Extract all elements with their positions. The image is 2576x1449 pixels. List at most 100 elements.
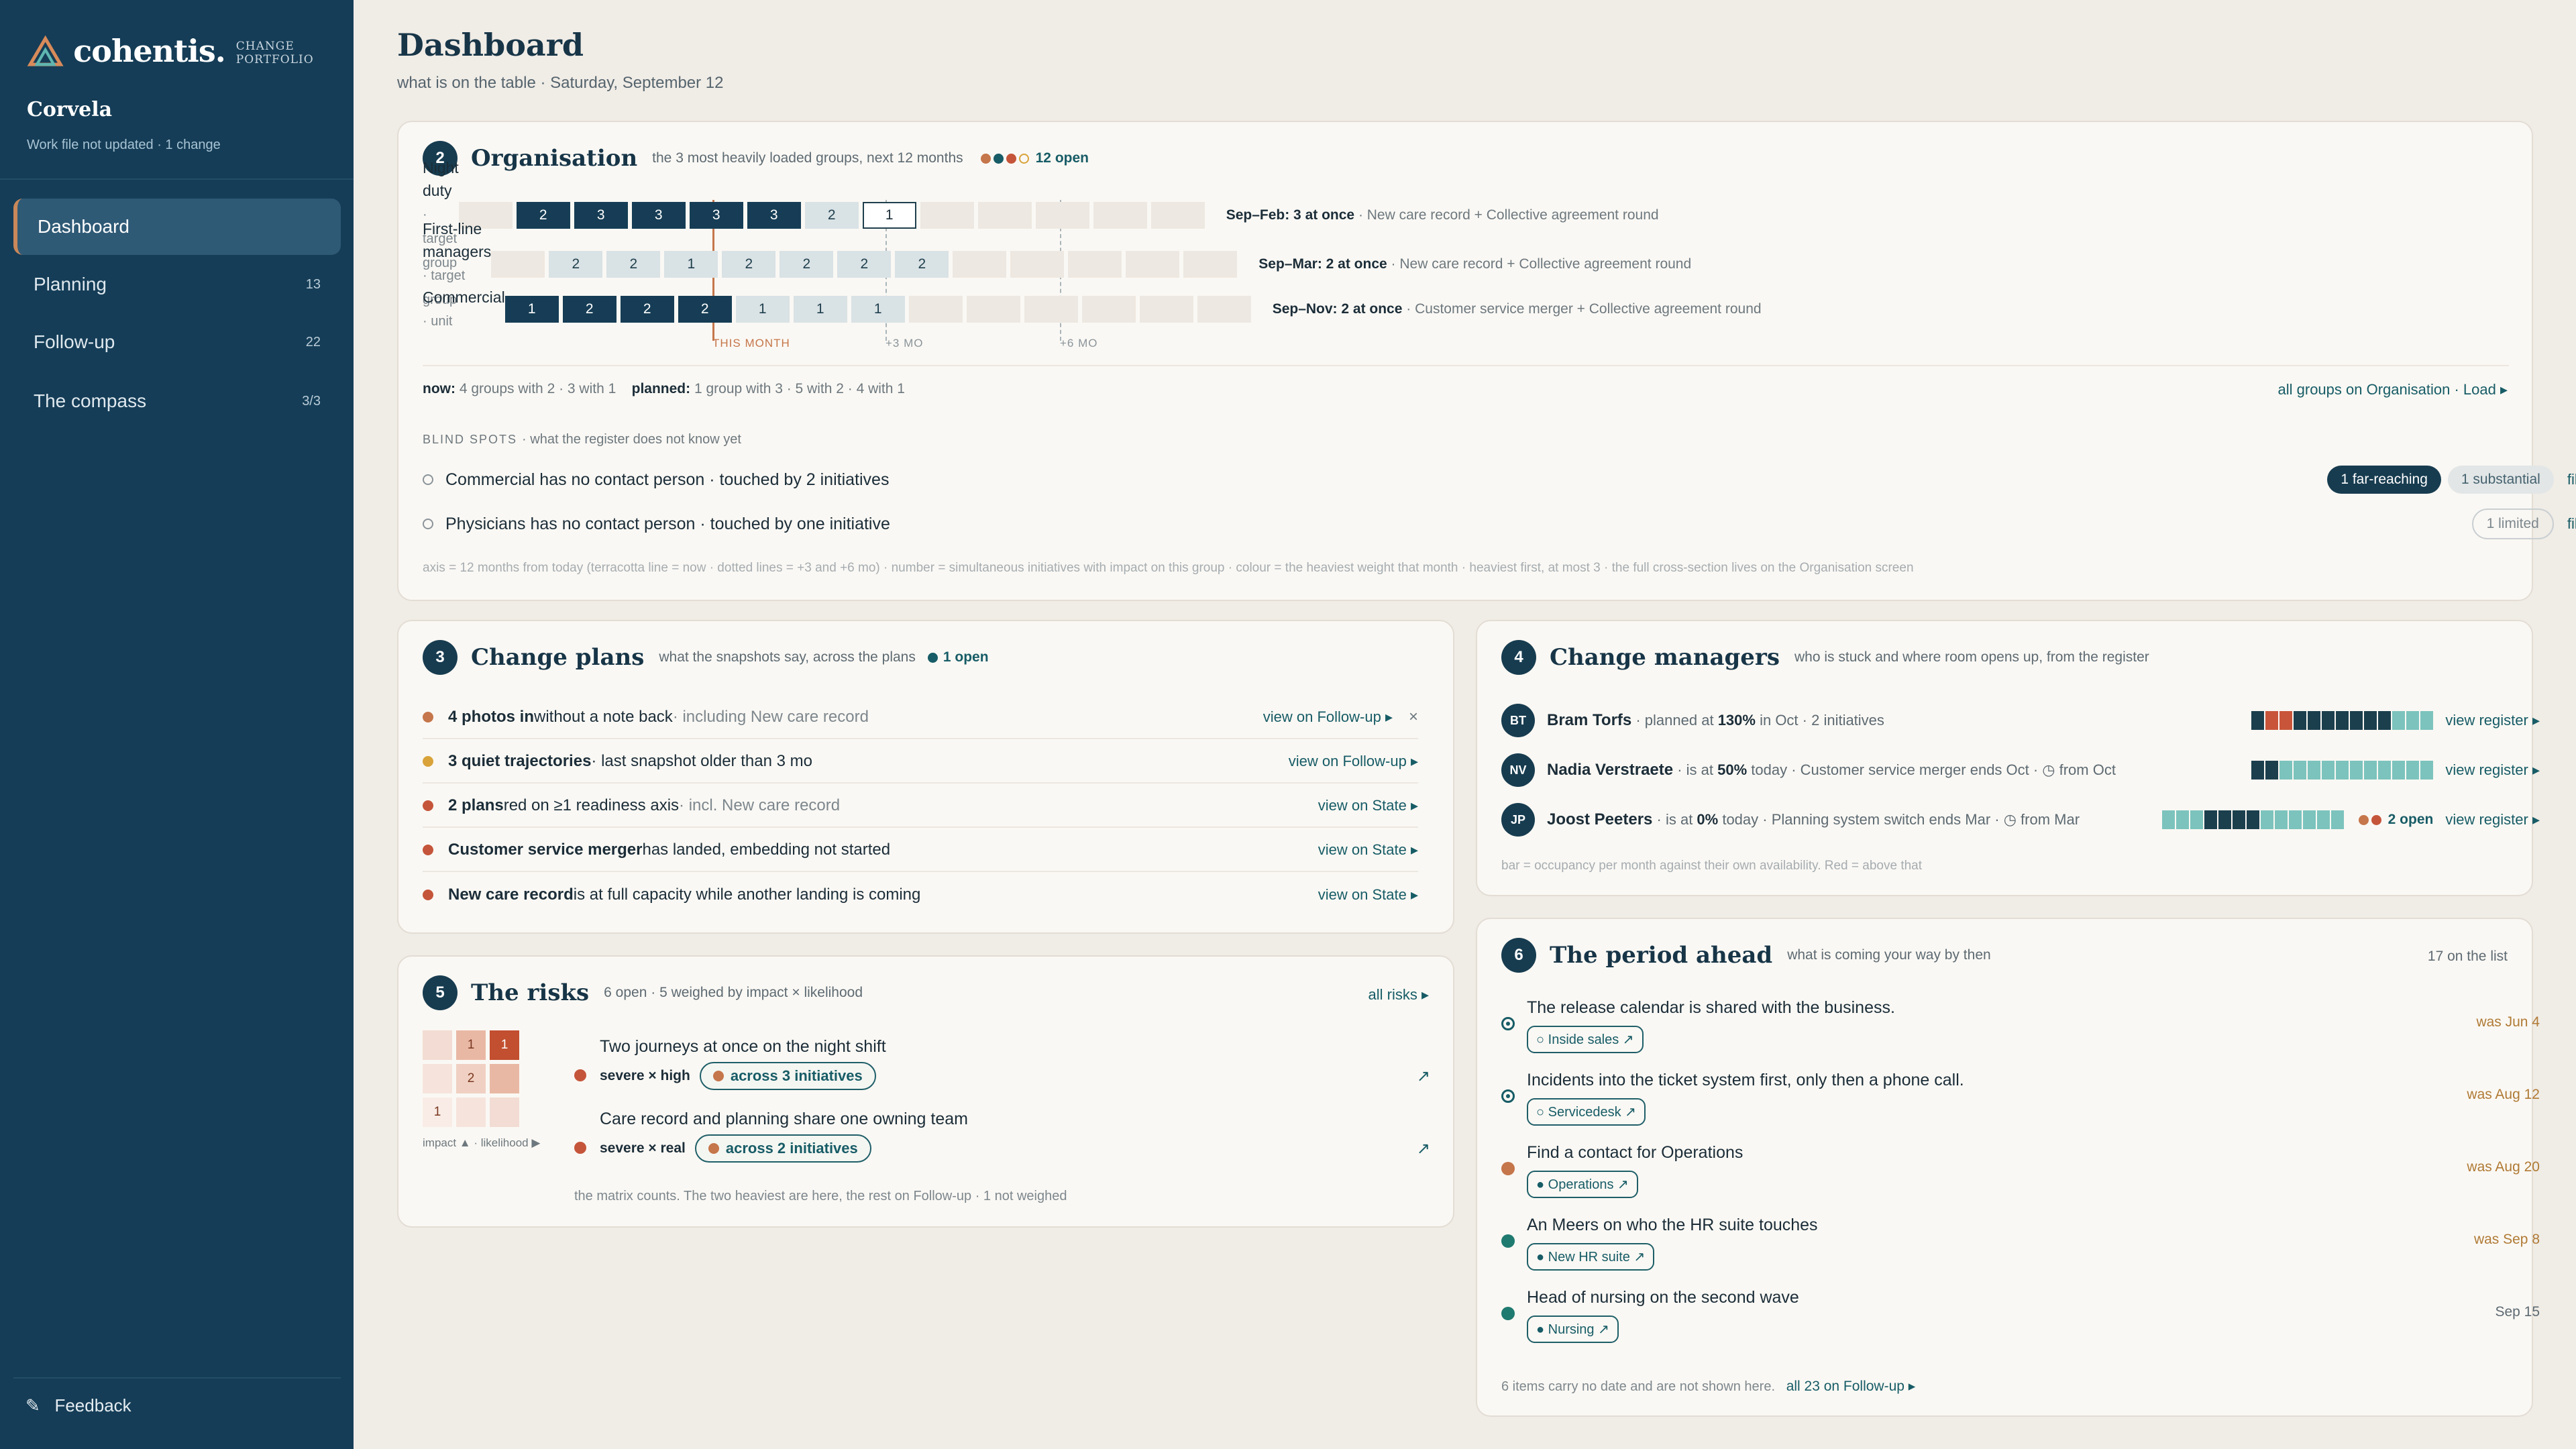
load-cell[interactable]: 2 <box>606 251 661 278</box>
matrix-cell[interactable]: 1 <box>423 1097 452 1127</box>
load-cell[interactable] <box>1024 296 1078 323</box>
load-cell[interactable] <box>1139 296 1193 323</box>
load-cell[interactable]: 3 <box>631 202 686 229</box>
matrix-cell[interactable] <box>423 1064 452 1093</box>
load-cell[interactable]: 2 <box>722 251 776 278</box>
period-item[interactable]: An Meers on who the HR suite touches ● N… <box>1501 1216 2540 1271</box>
load-cell[interactable] <box>908 296 963 323</box>
load-cell[interactable]: 2 <box>516 202 570 229</box>
view-link[interactable]: view on State ▸ <box>1318 841 1418 859</box>
work-file-status[interactable]: Work file not updated · 1 change <box>27 138 221 153</box>
feedback-button[interactable]: ✎ Feedback <box>25 1395 131 1416</box>
load-cell[interactable] <box>1035 202 1089 229</box>
load-cell[interactable] <box>1081 296 1136 323</box>
nav-item-planning[interactable]: Planning 13 <box>13 256 341 313</box>
group-row[interactable]: Night duty · target group 2333321 Sep–Fe… <box>423 159 1659 270</box>
load-cell[interactable]: 2 <box>780 251 834 278</box>
view-register-link[interactable]: view register ▸ <box>2445 712 2540 729</box>
list-item[interactable]: 3 quiet trajectories · last snapshot old… <box>423 741 1418 784</box>
group-row[interactable]: Commercial · unit 1222111 Sep–Nov: 2 at … <box>423 288 1762 329</box>
group-row[interactable]: First-line managers · target group 221222… <box>423 220 1691 307</box>
manager-row[interactable]: NV Nadia Verstraete · is at 50% today · … <box>1501 750 2540 790</box>
initiatives-tag[interactable]: across 2 initiatives <box>694 1134 871 1163</box>
nav-item-compass[interactable]: The compass 3/3 <box>13 373 341 429</box>
load-cell[interactable]: 2 <box>678 296 732 323</box>
load-cell[interactable]: 3 <box>689 202 743 229</box>
manager-row[interactable]: JP Joost Peeters · is at 0% today · Plan… <box>1501 800 2540 840</box>
follow-up-link[interactable]: all 23 on Follow-up ▸ <box>1786 1379 1916 1394</box>
matrix-cell[interactable] <box>456 1097 486 1127</box>
list-item[interactable]: Customer service merger has landed, embe… <box>423 829 1418 872</box>
list-item[interactable]: New care record is at full capacity whil… <box>423 873 1418 916</box>
period-item[interactable]: The release calendar is shared with the … <box>1501 998 2540 1053</box>
group-tag[interactable]: ○ Servicedesk ↗ <box>1527 1098 1646 1126</box>
brand[interactable]: cohentis. CHANGE PORTFOLIO <box>27 32 354 70</box>
risk-item[interactable]: Two journeys at once on the night shift … <box>574 1037 1430 1090</box>
initiatives-tag[interactable]: across 3 initiatives <box>699 1062 876 1090</box>
load-cell[interactable] <box>920 202 974 229</box>
fill-in-link[interactable]: fill in ▸ <box>2567 515 2576 533</box>
load-cell[interactable]: 2 <box>620 296 674 323</box>
load-cell[interactable]: 2 <box>562 296 616 323</box>
load-cell[interactable] <box>491 251 545 278</box>
load-cell[interactable] <box>1197 296 1251 323</box>
group-tag[interactable]: ● Nursing ↗ <box>1527 1316 1619 1343</box>
load-cell[interactable]: 1 <box>851 296 905 323</box>
nav-item-dashboard[interactable]: Dashboard <box>13 199 341 255</box>
group-tag[interactable]: ○ Inside sales ↗ <box>1527 1026 1644 1053</box>
load-cell[interactable]: 2 <box>549 251 603 278</box>
load-cell[interactable] <box>1150 202 1205 229</box>
close-icon[interactable]: × <box>1409 708 1418 727</box>
matrix-cell[interactable] <box>423 1030 452 1060</box>
load-cell[interactable]: 1 <box>793 296 847 323</box>
period-item[interactable]: Head of nursing on the second wave ● Nur… <box>1501 1288 2540 1343</box>
view-register-link[interactable]: view register ▸ <box>2445 811 2540 828</box>
load-cell[interactable]: 2 <box>804 202 859 229</box>
open-count[interactable]: 1 open <box>927 649 989 665</box>
load-cell[interactable]: 1 <box>504 296 559 323</box>
load-cell[interactable] <box>953 251 1007 278</box>
load-cell[interactable]: 3 <box>747 202 801 229</box>
view-link[interactable]: view on Follow-up ▸ <box>1263 708 1393 726</box>
open-count[interactable]: 12 open <box>1036 150 1089 166</box>
load-cell[interactable]: 1 <box>735 296 790 323</box>
load-cell[interactable]: 1 <box>862 202 916 229</box>
group-tag[interactable]: ● New HR suite ↗ <box>1527 1243 1655 1271</box>
list-item[interactable]: 2 plans red on ≥1 readiness axis · incl.… <box>423 785 1418 828</box>
open-arrow-icon[interactable]: ↗ <box>1417 1139 1430 1159</box>
matrix-cell[interactable]: 2 <box>456 1064 486 1093</box>
load-cell[interactable]: 1 <box>664 251 718 278</box>
load-cell[interactable] <box>966 296 1020 323</box>
risk-item[interactable]: Care record and planning share one ownin… <box>574 1110 1430 1163</box>
open-arrow-icon[interactable]: ↗ <box>1417 1067 1430 1086</box>
matrix-cell[interactable] <box>490 1097 519 1127</box>
list-item[interactable]: 4 photos in without a note back · includ… <box>423 696 1418 739</box>
view-link[interactable]: view on State ▸ <box>1318 886 1418 904</box>
matrix-cell[interactable]: 1 <box>490 1030 519 1060</box>
view-link[interactable]: view on State ▸ <box>1318 797 1418 814</box>
load-cell[interactable] <box>1068 251 1122 278</box>
group-tag[interactable]: ● Operations ↗ <box>1527 1171 1638 1198</box>
view-register-link[interactable]: view register ▸ <box>2445 761 2540 779</box>
view-link[interactable]: view on Follow-up ▸ <box>1289 753 1418 770</box>
open-count[interactable]: 2 open <box>2358 812 2433 828</box>
blind-spot-row[interactable]: Commercial has no contact person · touch… <box>423 466 2576 494</box>
load-cell[interactable] <box>1093 202 1147 229</box>
nav-item-follow-up[interactable]: Follow-up 22 <box>13 314 341 370</box>
fill-in-link[interactable]: fill in ▸ <box>2567 471 2576 488</box>
manager-row[interactable]: BT Bram Torfs · planned at 130% in Oct ·… <box>1501 700 2540 741</box>
blind-spot-row[interactable]: Physicians has no contact person · touch… <box>423 508 2576 539</box>
all-risks-link[interactable]: all risks ▸ <box>1368 986 1430 1004</box>
load-cell[interactable]: 2 <box>895 251 949 278</box>
matrix-cell[interactable] <box>490 1064 519 1093</box>
load-cell[interactable] <box>1010 251 1065 278</box>
load-cell[interactable] <box>1126 251 1180 278</box>
period-item[interactable]: Find a contact for Operations ● Operatio… <box>1501 1143 2540 1198</box>
matrix-cell[interactable]: 1 <box>456 1030 486 1060</box>
load-cell[interactable]: 2 <box>837 251 892 278</box>
load-cell[interactable]: 3 <box>574 202 628 229</box>
all-groups-link[interactable]: all groups on Organisation · Load ▸ <box>2278 381 2508 398</box>
period-item[interactable]: Incidents into the ticket system first, … <box>1501 1071 2540 1126</box>
load-cell[interactable] <box>977 202 1032 229</box>
load-cell[interactable] <box>1183 251 1238 278</box>
